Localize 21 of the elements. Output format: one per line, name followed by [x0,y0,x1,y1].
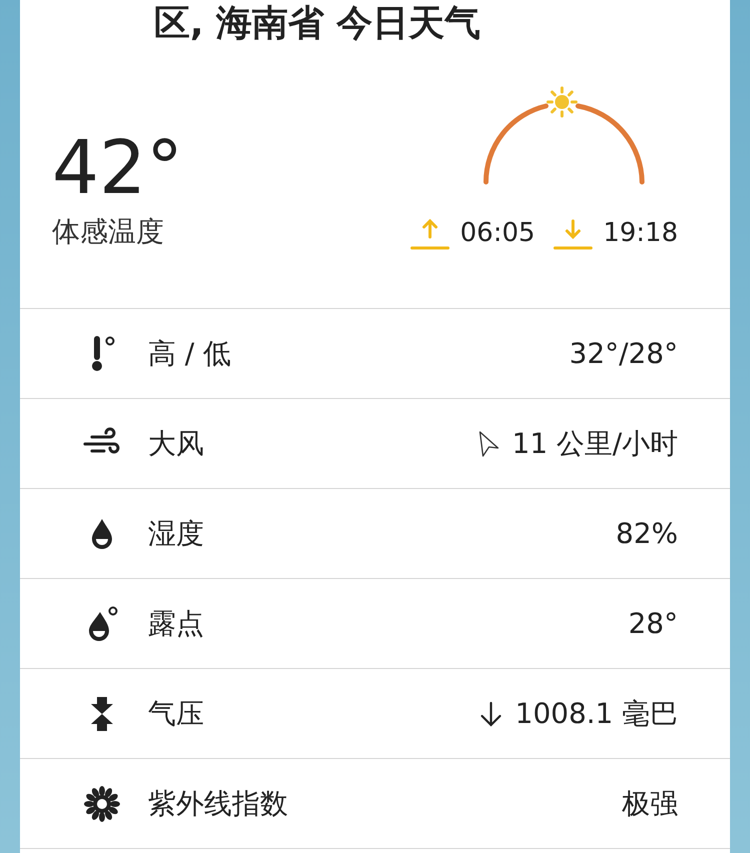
row-label: 气压 [148,696,204,732]
sunset-time: 19:18 [603,217,678,250]
sunrise-time: 06:05 [460,217,536,250]
row-label: 大风 [148,426,204,462]
row-value: 32°/28° [569,336,678,372]
sun-icon [84,786,120,822]
row-value: 82% [616,516,678,552]
sunrise-icon [410,216,450,250]
row-value: 极强 [622,786,678,822]
row-label: 湿度 [148,516,204,552]
row-value: 1008.1 毫巴 [515,696,678,732]
row-value: 11 公里/小时 [512,426,678,462]
feels-like-temperature: 42° [52,128,184,208]
row-value: 28° [628,606,678,642]
row-label: 露点 [148,606,204,642]
navigation-arrow-icon [478,430,500,458]
feels-like-label: 体感温度 [52,214,165,250]
sunset-icon [553,216,594,250]
row-label: 高 / 低 [148,336,232,372]
page-title: 区, 海南省 今日天气 [153,2,482,46]
row-label: 紫外线指数 [148,786,288,822]
